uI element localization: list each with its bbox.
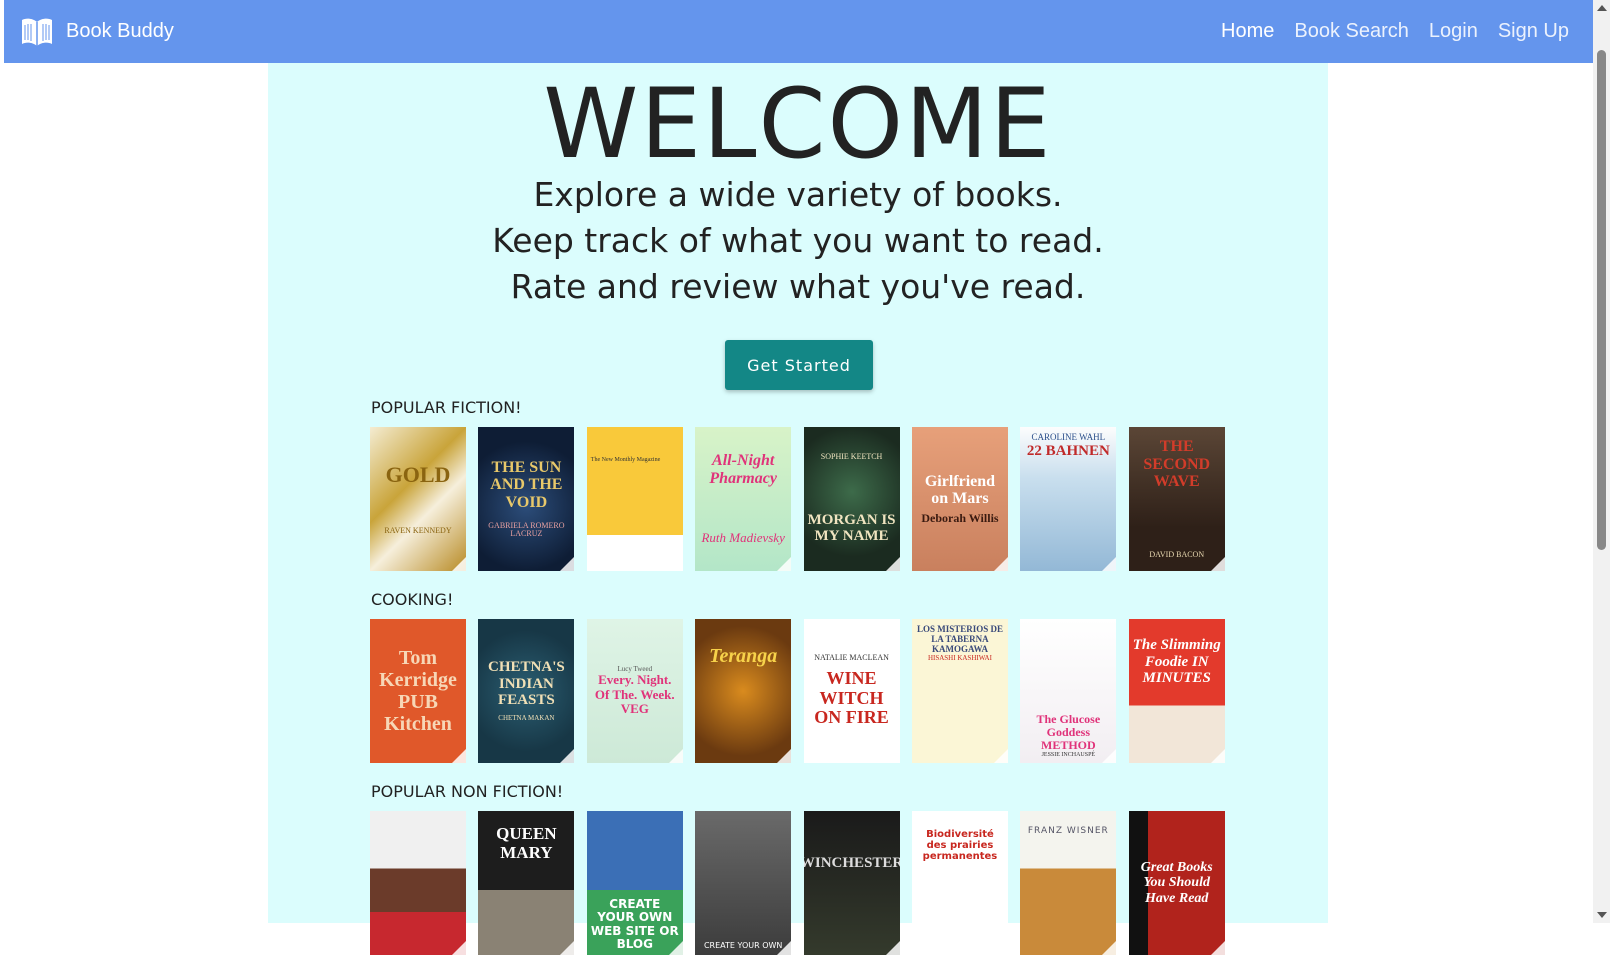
book-cover[interactable]: CREATE YOUR OWN	[695, 811, 792, 955]
nav-links: Home Book Search Login Sign Up	[1201, 0, 1569, 63]
book-cover[interactable]: The Glucose Goddess METHOD JESSIE INCHAU…	[1020, 619, 1117, 763]
nav-book-search-link[interactable]: Book Search	[1294, 20, 1409, 43]
nav-signup-link[interactable]: Sign Up	[1498, 20, 1569, 43]
brand-name: Book Buddy	[66, 19, 174, 42]
book-cover[interactable]: CHETNA'S INDIAN FEASTS CHETNA MAKAN	[478, 619, 575, 763]
nonfiction-row: QUEEN MARY CREATE YOUR OWN WEB SITE OR B…	[370, 811, 1225, 955]
book-cover[interactable]: Girlfriend on Mars Deborah Willis	[911, 427, 1008, 571]
book-cover[interactable]: SOPHIE KEETCH MORGAN IS MY NAME	[803, 427, 900, 571]
book-cover[interactable]: THE SUN AND THE VOID GABRIELA ROMERO LAC…	[478, 427, 575, 571]
nav-home-link[interactable]: Home	[1221, 20, 1274, 43]
get-started-button[interactable]: Get Started	[725, 340, 873, 390]
page-scrollbar[interactable]	[1593, 0, 1610, 923]
book-cover[interactable]: FRANZ WISNER	[1020, 811, 1117, 955]
main-content: WELCOME Explore a wide variety of books.…	[268, 63, 1328, 955]
navbar: Book Buddy Home Book Search Login Sign U…	[4, 0, 1593, 63]
book-cover[interactable]: LOS MISTERIOS DE LA TABERNA KAMOGAWA HIS…	[911, 619, 1008, 763]
book-cover[interactable]: WINCHESTER	[803, 811, 900, 955]
section-label-cooking: COOKING!	[371, 590, 454, 609]
book-cover[interactable]: CAROLINE WAHL 22 BAHNEN	[1020, 427, 1117, 571]
book-cover[interactable]	[370, 811, 466, 955]
book-cover[interactable]: The New Monthly Magazine	[586, 427, 683, 571]
tagline-track: Keep track of what you want to read.	[492, 221, 1104, 260]
book-cover[interactable]: All-Night Pharmacy Ruth Madievsky	[695, 427, 792, 571]
scrollbar-thumb[interactable]	[1597, 50, 1606, 550]
brand-link[interactable]: Book Buddy	[20, 14, 174, 48]
book-cover[interactable]: CREATE YOUR OWN WEB SITE OR BLOG	[586, 811, 683, 955]
cooking-row: Tom Kerridge PUB Kitchen CHETNA'S INDIAN…	[370, 619, 1225, 763]
book-cover[interactable]: NATALIE MACLEAN WINE WITCH ON FIRE	[803, 619, 900, 763]
scroll-up-icon[interactable]	[1597, 5, 1607, 11]
open-book-icon	[22, 18, 52, 46]
section-label-fiction: POPULAR FICTION!	[371, 398, 522, 417]
book-cover[interactable]: The Slimming Foodie IN MINUTES	[1128, 619, 1225, 763]
book-cover[interactable]: Lucy Tweed Every. Night. Of The. Week. V…	[586, 619, 683, 763]
section-label-nonfiction: POPULAR NON FICTION!	[371, 782, 564, 801]
book-cover[interactable]: Tom Kerridge PUB Kitchen	[370, 619, 466, 763]
fiction-row: GOLD RAVEN KENNEDY THE SUN AND THE VOID …	[370, 427, 1225, 571]
book-cover[interactable]: QUEEN MARY	[478, 811, 575, 955]
scroll-down-icon[interactable]	[1597, 912, 1607, 918]
book-cover[interactable]: Great Books You Should Have Read	[1128, 811, 1225, 955]
nav-login-link[interactable]: Login	[1429, 20, 1478, 43]
book-cover[interactable]: Teranga	[695, 619, 792, 763]
book-cover[interactable]: GOLD RAVEN KENNEDY	[370, 427, 466, 571]
book-cover[interactable]: THE SECOND WAVE DAVID BACON	[1128, 427, 1225, 571]
tagline-rate: Rate and review what you've read.	[510, 267, 1086, 306]
book-cover[interactable]: Biodiversité des prairies permanentes	[911, 811, 1008, 955]
tagline-explore: Explore a wide variety of books.	[533, 175, 1063, 214]
welcome-title: WELCOME	[543, 68, 1053, 180]
